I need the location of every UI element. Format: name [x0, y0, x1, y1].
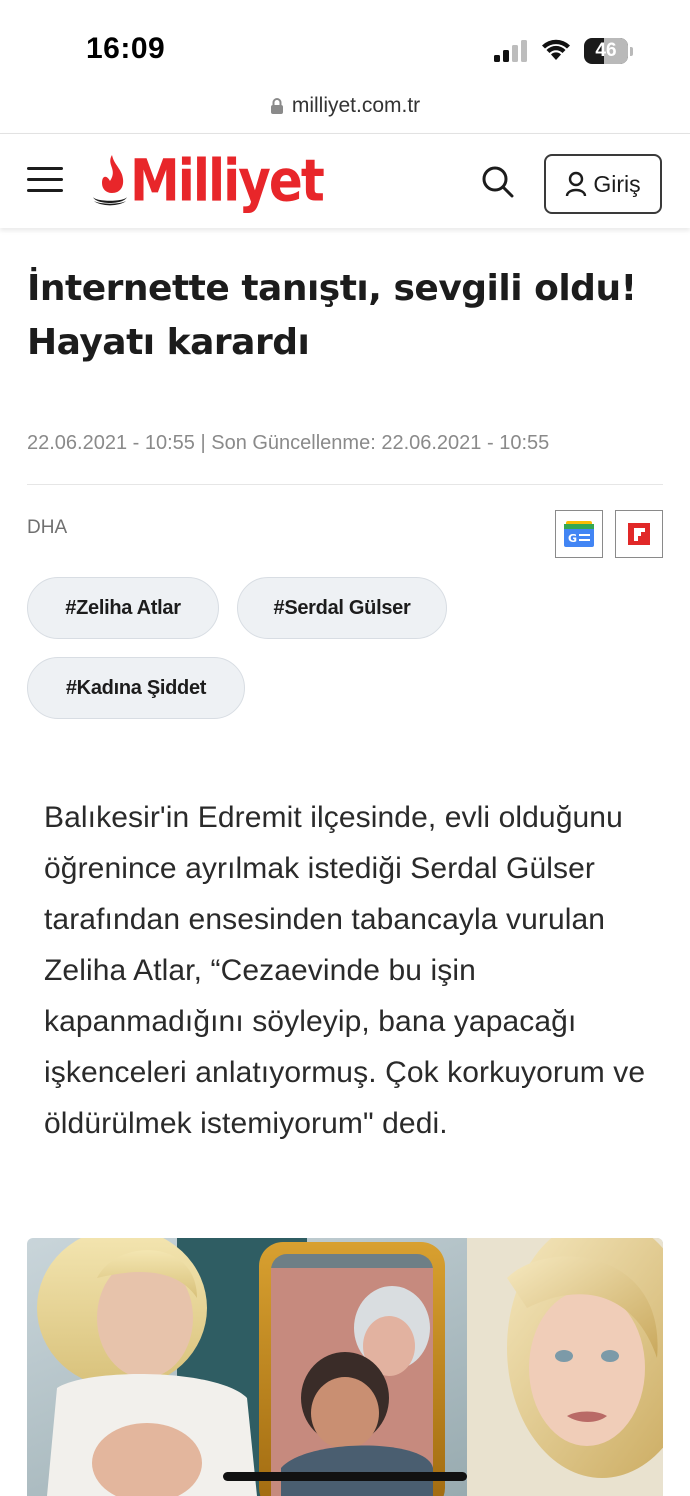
google-news-button[interactable]: G: [555, 510, 603, 558]
menu-icon[interactable]: [27, 167, 65, 195]
battery-level: 46: [595, 40, 617, 61]
tag-zeliha-atlar[interactable]: #Zeliha Atlar: [27, 577, 219, 639]
svg-text:G: G: [568, 532, 577, 545]
article-photo: [27, 1238, 663, 1496]
address-bar[interactable]: milliyet.com.tr: [0, 90, 690, 132]
tag-kadina-siddet[interactable]: #Kadına Şiddet: [27, 657, 245, 719]
article-headline: İnternette tanıştı, sevgili oldu! Hayatı…: [27, 268, 637, 363]
login-label: Giriş: [593, 170, 641, 197]
article-image[interactable]: [27, 1238, 663, 1496]
cellular-signal-icon: [494, 40, 527, 62]
lock-icon: [270, 98, 283, 114]
status-bar: 16:09 46: [0, 0, 690, 90]
article-summary: Balıkesir'in Edremit ilçesinde, evli old…: [44, 801, 646, 1140]
article-date: 22.06.2021 - 10:55 | Son Güncellenme: 22…: [27, 432, 550, 454]
battery-icon: 46: [584, 38, 634, 64]
url-text: milliyet.com.tr: [291, 94, 421, 117]
search-icon[interactable]: [480, 164, 516, 200]
user-icon: [566, 171, 587, 197]
google-news-icon: G: [564, 521, 594, 547]
flipboard-icon: [628, 523, 650, 545]
wifi-icon: [542, 39, 570, 60]
flame-icon: [93, 155, 127, 206]
tag-serdal-gulser[interactable]: #Serdal Gülser: [237, 577, 447, 639]
news-source: DHA: [27, 517, 68, 538]
logo-text: Milliyet: [130, 147, 325, 215]
login-button[interactable]: Giriş: [544, 154, 662, 214]
divider: [27, 484, 663, 485]
status-time: 16:09: [86, 32, 166, 65]
milliyet-logo[interactable]: Milliyet: [90, 147, 325, 215]
flipboard-button[interactable]: [615, 510, 663, 558]
site-header: Milliyet Giriş: [0, 133, 690, 228]
home-indicator: [223, 1472, 467, 1481]
